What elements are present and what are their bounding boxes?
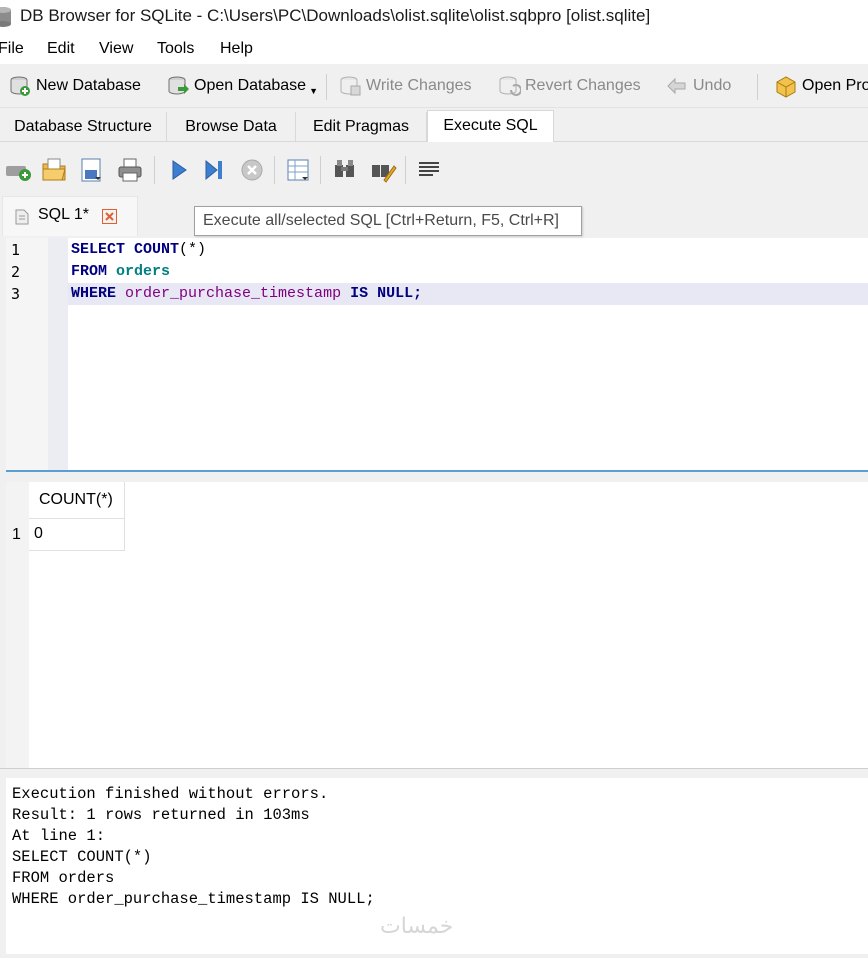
sql-keyword: FROM (71, 263, 108, 280)
results-log-splitter[interactable] (0, 768, 868, 778)
sql-function: COUNT (134, 241, 180, 258)
sql-table-name: orders (116, 263, 171, 280)
open-sql-file-icon[interactable] (40, 156, 68, 184)
sql-keyword: IS (350, 285, 369, 302)
main-toolbar: New Database Open Database ▼ Write Chang… (0, 64, 868, 108)
row-header-column (6, 482, 29, 768)
open-project-icon (776, 76, 796, 98)
watermark: خمسات (380, 914, 454, 939)
column-header[interactable]: COUNT(*) (29, 482, 125, 518)
tab-browse-data[interactable]: Browse Data (167, 112, 296, 142)
execute-all-icon[interactable] (165, 156, 193, 184)
menu-help[interactable]: Help (220, 40, 253, 58)
result-cell[interactable]: 0 (29, 518, 125, 551)
find-text-icon[interactable] (331, 156, 359, 184)
execute-current-line-icon[interactable] (200, 156, 228, 184)
log-line: WHERE order_purchase_timestamp IS NULL; (12, 890, 375, 908)
app-window: DB Browser for SQLite - C:\Users\PC\Down… (0, 0, 868, 958)
open-database-label: Open Database (194, 77, 307, 94)
log-line: FROM orders (12, 869, 115, 887)
log-line: Execution finished without errors. (12, 785, 329, 803)
toolbar-separator (320, 156, 321, 184)
toolbar-separator (757, 74, 758, 100)
stop-execution-icon[interactable] (238, 156, 266, 184)
new-database-icon (10, 76, 30, 96)
results-grid[interactable]: COUNT(*) 1 0 (6, 482, 868, 768)
row-number[interactable]: 1 (12, 526, 21, 544)
revert-changes-icon (499, 76, 521, 96)
code-line-2: FROM orders (71, 263, 170, 280)
tab-edit-pragmas[interactable]: Edit Pragmas (296, 112, 427, 142)
write-changes-label: Write Changes (366, 77, 472, 94)
menu-tools[interactable]: Tools (157, 40, 194, 58)
sql-column-name: order_purchase_timestamp (125, 285, 342, 302)
editor-results-splitter[interactable] (0, 472, 868, 482)
undo-arrow-icon (667, 77, 686, 95)
save-sql-file-icon[interactable] (78, 156, 106, 184)
line-number: 1 (11, 241, 21, 259)
new-database-label: New Database (36, 77, 141, 94)
toolbar-separator (405, 156, 406, 184)
execute-tooltip: Execute all/selected SQL [Ctrl+Return, F… (194, 206, 582, 236)
comment-lines-icon[interactable] (416, 156, 444, 184)
dropdown-arrow-icon[interactable]: ▼ (309, 86, 318, 96)
sql-keyword: SELECT (71, 241, 126, 258)
log-line: At line 1: (12, 827, 106, 845)
tab-execute-sql[interactable]: Execute SQL (427, 110, 554, 143)
sql-keyword: NULL (377, 285, 414, 302)
editor-margin (48, 238, 68, 470)
new-database-button[interactable]: New Database (8, 72, 141, 100)
log-line: Result: 1 rows returned in 103ms (12, 806, 310, 824)
open-project-button[interactable]: Open Pro (774, 72, 868, 100)
sql-tab[interactable]: SQL 1* (2, 196, 138, 236)
sql-file-icon (15, 209, 29, 225)
sql-tab-label: SQL 1* (38, 206, 89, 223)
window-title: DB Browser for SQLite - C:\Users\PC\Down… (20, 6, 651, 25)
revert-changes-label: Revert Changes (525, 77, 641, 94)
menu-edit[interactable]: Edit (47, 40, 75, 58)
toolbar-separator (326, 74, 327, 100)
menu-bar: File Edit View Tools Help (0, 34, 868, 64)
code-line-1: SELECT COUNT(*) (71, 241, 206, 258)
menu-view[interactable]: View (99, 40, 133, 58)
log-line: SELECT COUNT(*) (12, 848, 152, 866)
menu-file[interactable]: File (0, 40, 24, 58)
undo-button[interactable]: Undo (665, 72, 731, 100)
sql-punctuation: (*) (179, 241, 207, 258)
write-changes-icon (340, 76, 361, 96)
toolbar-separator (154, 156, 155, 184)
database-app-icon (0, 7, 11, 27)
tab-database-structure[interactable]: Database Structure (0, 112, 167, 142)
main-tab-bar: Database Structure Browse Data Edit Prag… (0, 108, 868, 143)
open-database-button[interactable]: Open Database ▼ (166, 72, 318, 100)
line-number: 3 (11, 285, 21, 303)
line-number: 2 (11, 263, 21, 281)
revert-changes-button[interactable]: Revert Changes (497, 72, 641, 100)
open-database-icon (168, 76, 189, 95)
find-replace-icon[interactable] (369, 156, 397, 184)
open-tab-icon[interactable] (4, 156, 32, 184)
write-changes-button[interactable]: Write Changes (338, 72, 472, 100)
execute-sql-toolbar (0, 142, 868, 196)
title-bar: DB Browser for SQLite - C:\Users\PC\Down… (0, 0, 868, 34)
sql-punctuation: ; (413, 285, 423, 302)
open-project-label: Open Pro (802, 77, 868, 94)
toolbar-separator (274, 156, 275, 184)
code-line-3: WHERE order_purchase_timestamp IS NULL; (71, 285, 422, 302)
save-results-icon[interactable] (285, 156, 313, 184)
print-icon[interactable] (116, 156, 144, 184)
close-tab-icon[interactable] (102, 209, 117, 224)
undo-label: Undo (693, 77, 732, 94)
bottom-border (0, 954, 868, 958)
sql-keyword: WHERE (71, 285, 117, 302)
sql-editor[interactable]: 1 2 3 SELECT COUNT(*) FROM orders WHERE … (6, 238, 868, 472)
line-number-gutter: 1 2 3 (6, 238, 68, 470)
